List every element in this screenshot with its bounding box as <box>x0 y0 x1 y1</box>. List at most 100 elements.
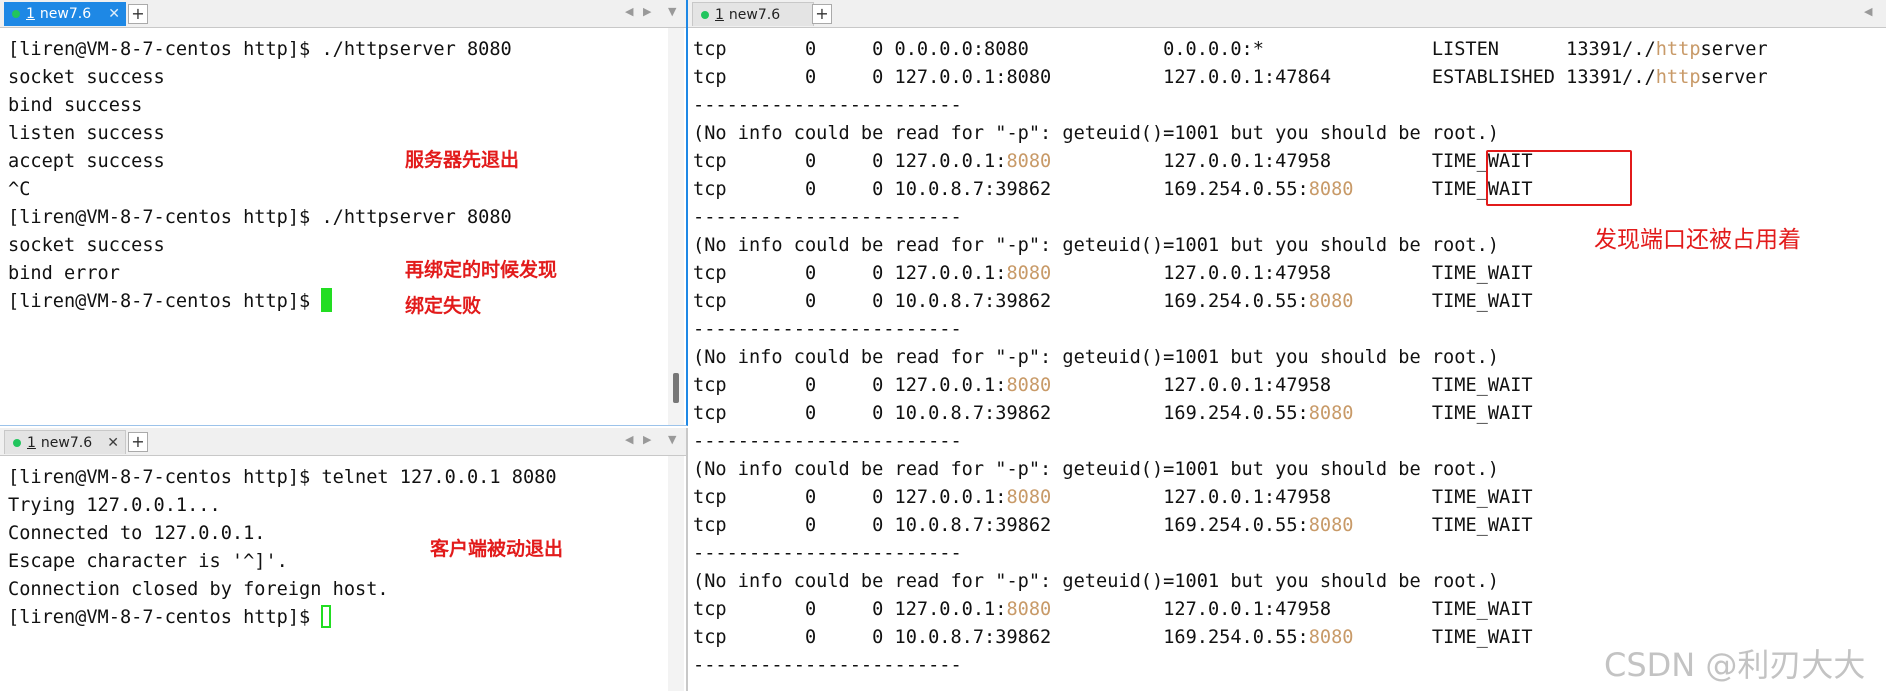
pid-suffix: server <box>1700 67 1768 88</box>
connected-status-icon <box>701 10 709 19</box>
local-address: 10.0.8.7:39862 <box>894 179 1052 200</box>
server-tab[interactable]: 1 new7.6 ✕ <box>4 2 126 26</box>
tab-list-dropdown-icon[interactable]: ▼ <box>668 5 676 18</box>
foreign-port-highlight: 8080 <box>1308 627 1354 648</box>
foreign-address: 127.0.0.1:47958 <box>1163 375 1332 396</box>
separator-line: ------------------------ <box>693 316 1882 344</box>
server-terminal-output[interactable]: [liren@VM-8-7-centos http]$ ./httpserver… <box>8 36 662 316</box>
separator-text: ------------------------ <box>693 655 962 676</box>
local-address: 10.0.8.7:39862 <box>894 515 1052 536</box>
info-text: (No info could be read for "-p": geteuid… <box>693 347 1499 368</box>
pid-highlight: http <box>1655 39 1701 60</box>
tab-scroll-left-icon[interactable]: ◀ <box>625 433 633 446</box>
terminal-line-text: [liren@VM-8-7-centos http]$ <box>8 607 322 628</box>
server-scrollbar-thumb[interactable] <box>673 373 679 403</box>
close-tab-icon[interactable]: ✕ <box>107 435 119 451</box>
annotation-server-exit: 服务器先退出 <box>405 149 520 171</box>
terminal-line: accept success <box>8 148 662 176</box>
new-tab-button[interactable]: + <box>812 4 832 24</box>
client-terminal-pane[interactable]: 1 new7.6 ✕ + ◀ ▶ ▼ [liren@VM-8-7-centos … <box>0 428 688 691</box>
netstat-columns: tcp 0 0 <box>693 375 895 396</box>
local-port-highlight: 8080 <box>1006 599 1052 620</box>
netstat-tab[interactable]: 1 new7.6 <box>692 2 814 26</box>
tab-scroll-left-icon[interactable]: ◀ <box>1864 5 1872 18</box>
terminal-line: [liren@VM-8-7-centos http]$ <box>8 288 662 316</box>
close-tab-icon[interactable]: ✕ <box>108 6 120 22</box>
foreign-address: 169.254.0.55: <box>1163 627 1309 648</box>
pid-suffix: server <box>1700 39 1768 60</box>
terminal-line-text: Escape character is '^]'. <box>8 551 288 572</box>
local-port-highlight: 8080 <box>1006 263 1052 284</box>
tab-title: new7.6 <box>728 6 781 23</box>
tab-scroll-left-icon[interactable]: ◀ <box>625 5 633 18</box>
foreign-address: 127.0.0.1:47958 <box>1163 263 1332 284</box>
client-scrollbar[interactable] <box>668 456 684 691</box>
foreign-port-highlight: 8080 <box>1308 179 1354 200</box>
state: TIME_WAIT <box>1431 627 1533 648</box>
terminal-line: socket success <box>8 232 662 260</box>
netstat-columns: tcp 0 0 0.0.0.0:8080 0.0.0.0:* LISTEN <box>693 39 1567 60</box>
tab-list-dropdown-icon[interactable]: ▼ <box>668 433 676 446</box>
state: TIME_WAIT <box>1431 403 1533 424</box>
terminal-line: Connection closed by foreign host. <box>8 576 662 604</box>
terminal-line-text: Trying 127.0.0.1... <box>8 495 221 516</box>
state: TIME_WAIT <box>1431 515 1533 536</box>
netstat-columns: tcp 0 0 <box>693 627 895 648</box>
terminal-cursor <box>321 605 332 628</box>
tab-scroll-right-icon[interactable]: ▶ <box>643 5 651 18</box>
terminal-line: bind success <box>8 92 662 120</box>
new-tab-button[interactable]: + <box>128 4 148 24</box>
netstat-columns: tcp 0 0 <box>693 291 895 312</box>
netstat-columns: tcp 0 0 <box>693 599 895 620</box>
foreign-address: 169.254.0.55: <box>1163 179 1309 200</box>
separator-text: ------------------------ <box>693 207 962 228</box>
terminal-line: listen success <box>8 120 662 148</box>
pid-prefix: 13391/./ <box>1566 67 1656 88</box>
netstat-tabbar: 1 new7.6 + ◀ <box>688 0 1886 28</box>
client-tab[interactable]: 1 new7.6 ✕ <box>4 430 126 454</box>
foreign-port-highlight: 8080 <box>1308 515 1354 536</box>
info-text: (No info could be read for "-p": geteuid… <box>693 459 1499 480</box>
foreign-address: 169.254.0.55: <box>1163 403 1309 424</box>
local-port-highlight: 8080 <box>1006 487 1052 508</box>
terminal-line: [liren@VM-8-7-centos http]$ ./httpserver… <box>8 204 662 232</box>
server-scrollbar[interactable] <box>668 28 684 425</box>
netstat-row: tcp 0 0 10.0.8.7:39862 169.254.0.55:8080… <box>693 512 1882 540</box>
terminal-line-text: bind success <box>8 95 143 116</box>
netstat-terminal-pane[interactable]: 1 new7.6 + ◀ tcp 0 0 0.0.0.0:8080 0.0.0.… <box>688 0 1886 691</box>
new-tab-button[interactable]: + <box>128 432 148 452</box>
terminal-line: ^C <box>8 176 662 204</box>
state: TIME_WAIT <box>1431 375 1533 396</box>
time-wait-highlight-box <box>1486 150 1632 206</box>
terminal-line: bind error <box>8 260 662 288</box>
server-terminal-pane[interactable]: 1 new7.6 ✕ + ◀ ▶ ▼ [liren@VM-8-7-centos … <box>0 0 688 426</box>
separator-text: ------------------------ <box>693 431 962 452</box>
netstat-row: tcp 0 0 10.0.8.7:39862 169.254.0.55:8080… <box>693 400 1882 428</box>
local-address: 127.0.0.1: <box>894 151 1007 172</box>
netstat-row: tcp 0 0 0.0.0.0:8080 0.0.0.0:* LISTEN 13… <box>693 36 1882 64</box>
foreign-address: 127.0.0.1:47958 <box>1163 151 1332 172</box>
netstat-terminal-output[interactable]: tcp 0 0 0.0.0.0:8080 0.0.0.0:* LISTEN 13… <box>693 36 1882 680</box>
netstat-row: tcp 0 0 127.0.0.1:8080 127.0.0.1:47958 T… <box>693 372 1882 400</box>
terminal-line-text: [liren@VM-8-7-centos http]$ ./httpserver… <box>8 39 512 60</box>
terminal-line-text: Connected to 127.0.0.1. <box>8 523 266 544</box>
connected-status-icon <box>12 10 20 18</box>
tab-scroll-right-icon[interactable]: ▶ <box>643 433 651 446</box>
tab-title: new7.6 <box>39 6 92 22</box>
foreign-port-highlight: 8080 <box>1308 403 1354 424</box>
netstat-row: tcp 0 0 10.0.8.7:39862 169.254.0.55:8080… <box>693 288 1882 316</box>
foreign-address: 169.254.0.55: <box>1163 291 1309 312</box>
annotation-rebind-line2: 绑定失败 <box>405 295 482 317</box>
client-terminal-output[interactable]: [liren@VM-8-7-centos http]$ telnet 127.0… <box>8 464 662 632</box>
